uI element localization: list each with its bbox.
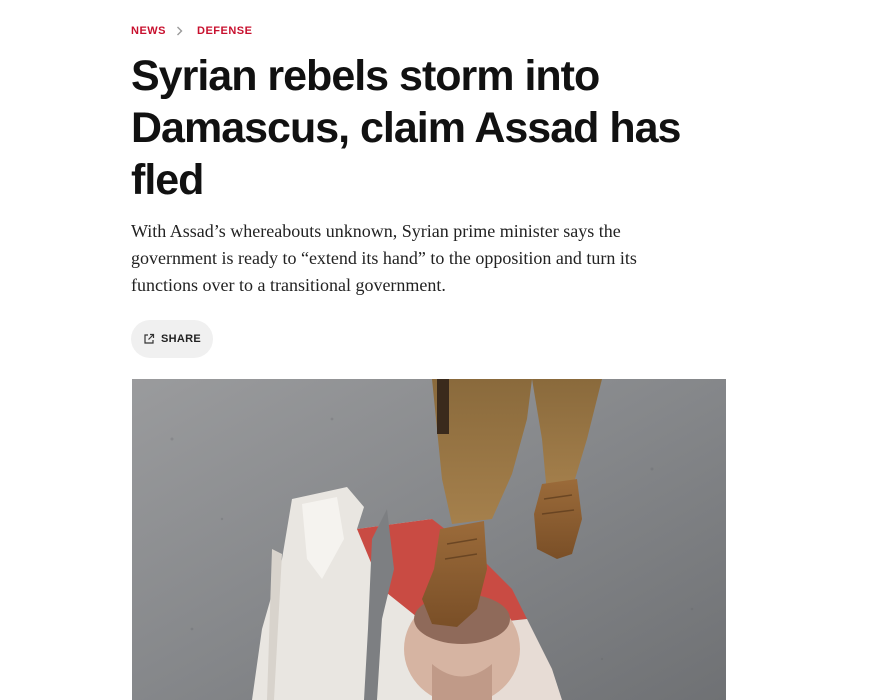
share-label: SHARE bbox=[160, 333, 201, 345]
share-button[interactable]: SHARE bbox=[131, 320, 213, 358]
article-dek: With Assad’s whereabouts unknown, Syrian… bbox=[131, 221, 637, 295]
hero-image bbox=[132, 379, 726, 700]
page: NEWS DEFENSE Syrian rebels storm into Da… bbox=[0, 0, 869, 700]
breadcrumb-news-link[interactable]: NEWS bbox=[131, 25, 166, 37]
chevron-right-icon bbox=[176, 26, 183, 36]
breadcrumb: NEWS DEFENSE bbox=[131, 25, 252, 37]
external-link-icon bbox=[143, 333, 155, 345]
breadcrumb-defense-link[interactable]: DEFENSE bbox=[197, 25, 252, 37]
headline: Syrian rebels storm into Damascus, claim… bbox=[131, 52, 681, 204]
